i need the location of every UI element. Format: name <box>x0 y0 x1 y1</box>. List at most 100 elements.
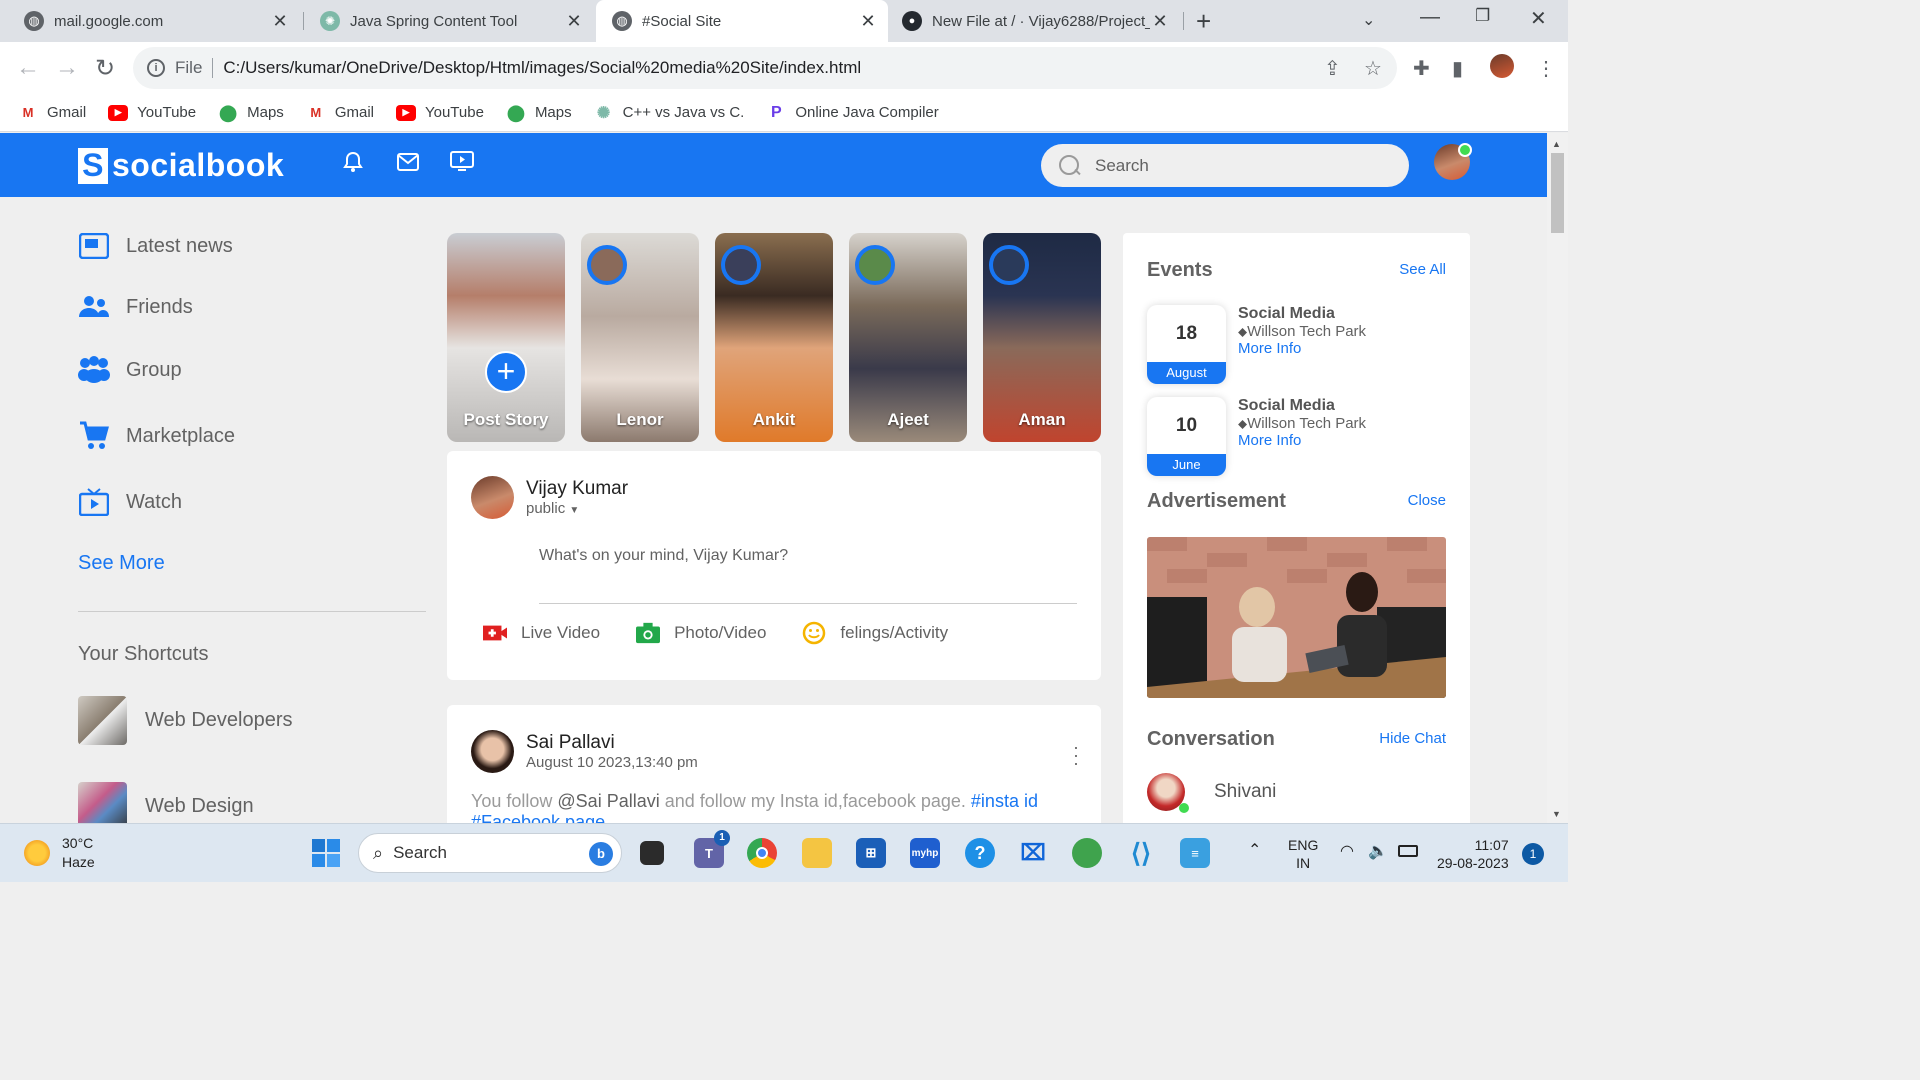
sidebar-item-latest-news[interactable]: Latest news <box>78 232 233 260</box>
scrollbar-thumb[interactable] <box>1551 153 1564 233</box>
scroll-down-icon[interactable]: ▼ <box>1552 809 1561 819</box>
wifi-icon[interactable]: ◠ <box>1340 843 1354 861</box>
hide-chat-link[interactable]: Hide Chat <box>1379 730 1446 747</box>
story-lenor[interactable]: Lenor <box>581 233 699 442</box>
site-info-icon[interactable]: i <box>147 59 165 77</box>
address-bar[interactable]: i File C:/Users/kumar/OneDrive/Desktop/H… <box>133 47 1397 89</box>
status-textarea[interactable]: What's on your mind, Vijay Kumar? <box>539 547 1077 604</box>
battery-icon[interactable] <box>1398 845 1418 857</box>
language-indicator[interactable]: ENG IN <box>1288 836 1318 872</box>
windows-taskbar: 30°C Haze ⌕ Search b T1 ⊞ myhp ? ⌧ ⟨⟩ ≡ … <box>0 823 1568 882</box>
chrome-icon[interactable] <box>747 838 777 868</box>
photo-video-button[interactable]: Photo/Video <box>636 621 766 645</box>
sidebar-item-watch[interactable]: Watch <box>78 488 182 516</box>
search-input[interactable] <box>1095 155 1375 176</box>
close-ad-link[interactable]: Close <box>1408 492 1446 509</box>
task-view-icon[interactable] <box>640 841 664 865</box>
bookmark-youtube[interactable]: ▶ YouTube <box>108 104 196 121</box>
advertisement-image[interactable] <box>1147 537 1446 698</box>
address-url[interactable]: C:/Users/kumar/OneDrive/Desktop/Html/ima… <box>223 58 861 78</box>
mail-icon[interactable] <box>397 151 419 177</box>
forward-arrow-icon[interactable]: → <box>55 54 79 82</box>
taskbar-search[interactable]: ⌕ Search b <box>358 833 622 873</box>
start-button[interactable] <box>311 838 341 868</box>
extensions-icon[interactable]: ✚ <box>1413 56 1430 81</box>
sidebar-item-friends[interactable]: Friends <box>78 293 193 321</box>
notepad-icon[interactable]: ≡ <box>1180 838 1210 868</box>
story-aman[interactable]: Aman <box>983 233 1101 442</box>
restore-button[interactable]: ❐ <box>1475 6 1490 26</box>
bookmark-java-compiler[interactable]: P Online Java Compiler <box>766 104 939 122</box>
side-panel-icon[interactable]: ▮ <box>1452 56 1463 81</box>
chat-contact[interactable]: Shivani <box>1147 773 1276 813</box>
volume-icon[interactable]: 🔈 <box>1368 843 1388 861</box>
add-story-icon[interactable]: + <box>485 351 527 393</box>
sidebar-item-marketplace[interactable]: Marketplace <box>78 421 235 450</box>
close-tab-icon[interactable]: ✕ <box>564 11 584 32</box>
video-icon[interactable] <box>450 151 474 177</box>
bookmark-gmail[interactable]: M Gmail <box>18 104 87 121</box>
bookmark-star-icon[interactable]: ☆ <box>1364 56 1382 81</box>
profile-avatar[interactable] <box>1490 54 1514 78</box>
back-arrow-icon[interactable]: ← <box>16 54 40 82</box>
event-card[interactable]: 18 August Social Media ⬥Willson Tech Par… <box>1147 305 1366 384</box>
teams-icon[interactable]: T1 <box>694 830 730 868</box>
minimize-button[interactable]: — <box>1420 6 1440 29</box>
browser-tab-gmail[interactable]: ◍ mail.google.com ✕ <box>0 0 300 42</box>
more-info-link[interactable]: More Info <box>1238 432 1366 449</box>
notification-bell-icon[interactable] <box>343 151 363 179</box>
event-card[interactable]: 10 June Social Media ⬥Willson Tech Park … <box>1147 397 1366 476</box>
live-video-button[interactable]: Live Video <box>483 621 600 645</box>
shortcut-web-design[interactable]: Web Design <box>78 782 254 823</box>
sidebar-item-group[interactable]: Group <box>78 356 182 384</box>
more-info-link[interactable]: More Info <box>1238 340 1366 357</box>
close-tab-icon[interactable]: ✕ <box>270 11 290 32</box>
story-ajeet[interactable]: Ajeet <box>849 233 967 442</box>
hashtag-link[interactable]: #Facebook page <box>471 812 605 823</box>
eclipse-icon[interactable] <box>1072 838 1102 868</box>
bookmark-youtube[interactable]: ▶ YouTube <box>395 104 484 121</box>
see-more-link[interactable]: See More <box>78 552 165 575</box>
file-explorer-icon[interactable] <box>802 838 832 868</box>
post-mention[interactable]: @Sai Pallavi <box>557 791 659 811</box>
avatar[interactable] <box>471 476 514 519</box>
browser-tab-social-site[interactable]: ◍ #Social Site ✕ <box>596 0 888 42</box>
story-post[interactable]: + Post Story <box>447 233 565 442</box>
avatar[interactable] <box>471 730 514 773</box>
site-search-box[interactable] <box>1041 144 1409 187</box>
user-avatar[interactable] <box>1434 143 1472 180</box>
bookmark-maps[interactable]: ⬤ Maps <box>506 104 572 122</box>
vscode-icon[interactable]: ⟨⟩ <box>1126 838 1156 868</box>
hashtag-link[interactable]: #insta id <box>971 791 1038 811</box>
clock[interactable]: 11:07 29-08-2023 <box>1437 836 1509 872</box>
close-window-button[interactable]: ✕ <box>1530 6 1547 31</box>
story-ankit[interactable]: Ankit <box>715 233 833 442</box>
shortcut-web-developers[interactable]: Web Developers <box>78 696 292 745</box>
tab-search-icon[interactable]: ⌄ <box>1362 10 1375 30</box>
reload-icon[interactable]: ↻ <box>95 54 115 83</box>
bookmark-maps[interactable]: ⬤ Maps <box>218 104 284 122</box>
more-options-icon[interactable]: · · · <box>1073 738 1079 772</box>
store-icon[interactable]: ⊞ <box>856 838 886 868</box>
feeling-activity-button[interactable]: felings/Activity <box>802 621 948 645</box>
browser-tab-github[interactable]: ● New File at / · Vijay6288/Project_ ✕ <box>890 0 1180 42</box>
close-tab-icon[interactable]: ✕ <box>858 11 878 32</box>
show-hidden-icons[interactable]: ⌃ <box>1248 842 1261 860</box>
scroll-up-icon[interactable]: ▲ <box>1552 139 1561 149</box>
bookmark-gmail[interactable]: M Gmail <box>306 104 374 121</box>
help-icon[interactable]: ? <box>965 838 995 868</box>
weather-widget[interactable]: 30°C Haze <box>24 835 95 870</box>
browser-tab-java-spring[interactable]: ✺ Java Spring Content Tool ✕ <box>306 0 594 42</box>
site-logo[interactable]: S socialbook <box>78 147 284 184</box>
bookmark-cpp-vs-java[interactable]: ✺ C++ vs Java vs C. <box>594 104 744 122</box>
quick-assist-icon[interactable]: ⌧ <box>1018 838 1048 868</box>
page-scrollbar[interactable]: ▲ ▼ <box>1547 133 1568 823</box>
privacy-selector[interactable]: public ▼ <box>526 500 628 517</box>
new-tab-button[interactable]: + <box>1196 6 1211 37</box>
see-all-link[interactable]: See All <box>1399 261 1446 278</box>
share-icon[interactable]: ⇪ <box>1324 56 1341 81</box>
myhp-icon[interactable]: myhp <box>910 838 940 868</box>
menu-dots-icon[interactable]: ⋮ <box>1536 56 1556 81</box>
notification-badge[interactable]: 1 <box>1522 843 1544 865</box>
close-tab-icon[interactable]: ✕ <box>1150 11 1170 32</box>
